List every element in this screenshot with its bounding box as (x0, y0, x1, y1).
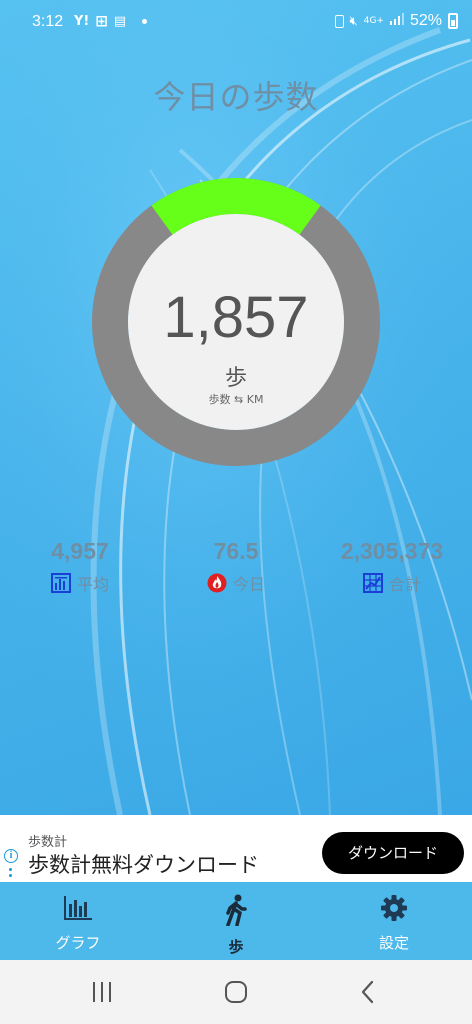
battery-icon (448, 13, 458, 29)
ad-headline[interactable]: 歩数計無料ダウンロード (28, 849, 259, 879)
notification-dot-icon (142, 18, 148, 24)
recent-apps-icon[interactable] (82, 978, 122, 1006)
nav-label-steps: 歩 (228, 938, 244, 956)
ad-banner[interactable]: i 歩数計 歩数計無料ダウンロード ダウンロード (0, 815, 472, 882)
status-left-icons: Y! ⊞ ▤ (74, 12, 148, 30)
news-icon: ▤ (113, 13, 127, 29)
bottom-nav: グラフ 歩 設定 (0, 882, 472, 960)
ad-dots-icon (9, 868, 12, 877)
gear-icon (381, 895, 407, 921)
network-type: 4G+ (363, 16, 384, 26)
home-icon[interactable] (216, 978, 256, 1006)
status-bar: 3:12 Y! ⊞ ▤ 🔇︎ 4G+ 52% (0, 0, 472, 44)
gauge-center[interactable]: 1,857 歩 歩数 ⇆ KM (128, 214, 344, 430)
mute-icon: 🔇︎ (349, 13, 358, 29)
status-right: 🔇︎ 4G+ 52% (334, 12, 458, 30)
yahoo-news-icon: Y! (74, 13, 90, 29)
grid-chart-icon (362, 573, 383, 593)
nav-label-graph: グラフ (55, 934, 101, 952)
stat-total-value: 2,305,373 (340, 538, 444, 564)
back-icon[interactable] (348, 978, 388, 1006)
stat-today: 76.5 今日 (156, 538, 316, 595)
ad-info-icon[interactable]: i (4, 849, 18, 863)
stat-average-value: 4,957 (51, 538, 109, 564)
stats-row: 4,957 平均 76.5 今日 2,305,373 合計 (0, 538, 472, 598)
stat-average: 4,957 平均 (0, 538, 160, 595)
battery-saver-icon (334, 14, 344, 28)
stat-average-label: 平均 (76, 575, 109, 594)
stat-today-label: 今日 (232, 575, 265, 594)
ad-subtitle: 歩数計 (28, 835, 68, 850)
battery-percent: 52% (409, 12, 442, 29)
nav-item-graph[interactable]: グラフ (18, 894, 138, 953)
signal-icon (389, 13, 404, 29)
unit-toggle[interactable]: 歩数 ⇆ KM (128, 391, 344, 407)
nav-item-settings[interactable]: 設定 (334, 894, 454, 953)
step-count: 1,857 (163, 285, 309, 350)
status-time: 3:12 (32, 13, 64, 30)
nav-item-steps[interactable]: 歩 (176, 894, 296, 957)
nav-label-settings: 設定 (378, 934, 409, 952)
system-nav-bar (0, 960, 472, 1024)
ad-download-button[interactable]: ダウンロード (322, 832, 464, 874)
app-notification-icon: ⊞ (95, 12, 108, 30)
stat-today-value: 76.5 (213, 538, 259, 564)
stat-total-label: 合計 (388, 575, 421, 594)
walking-icon (226, 894, 247, 927)
stat-total: 2,305,373 合計 (312, 538, 472, 595)
bar-chart-icon (64, 896, 92, 920)
page-title: 今日の歩数 (153, 78, 319, 116)
chart-icon (50, 573, 71, 593)
step-unit: 歩 (224, 366, 247, 391)
fire-icon (207, 573, 227, 593)
